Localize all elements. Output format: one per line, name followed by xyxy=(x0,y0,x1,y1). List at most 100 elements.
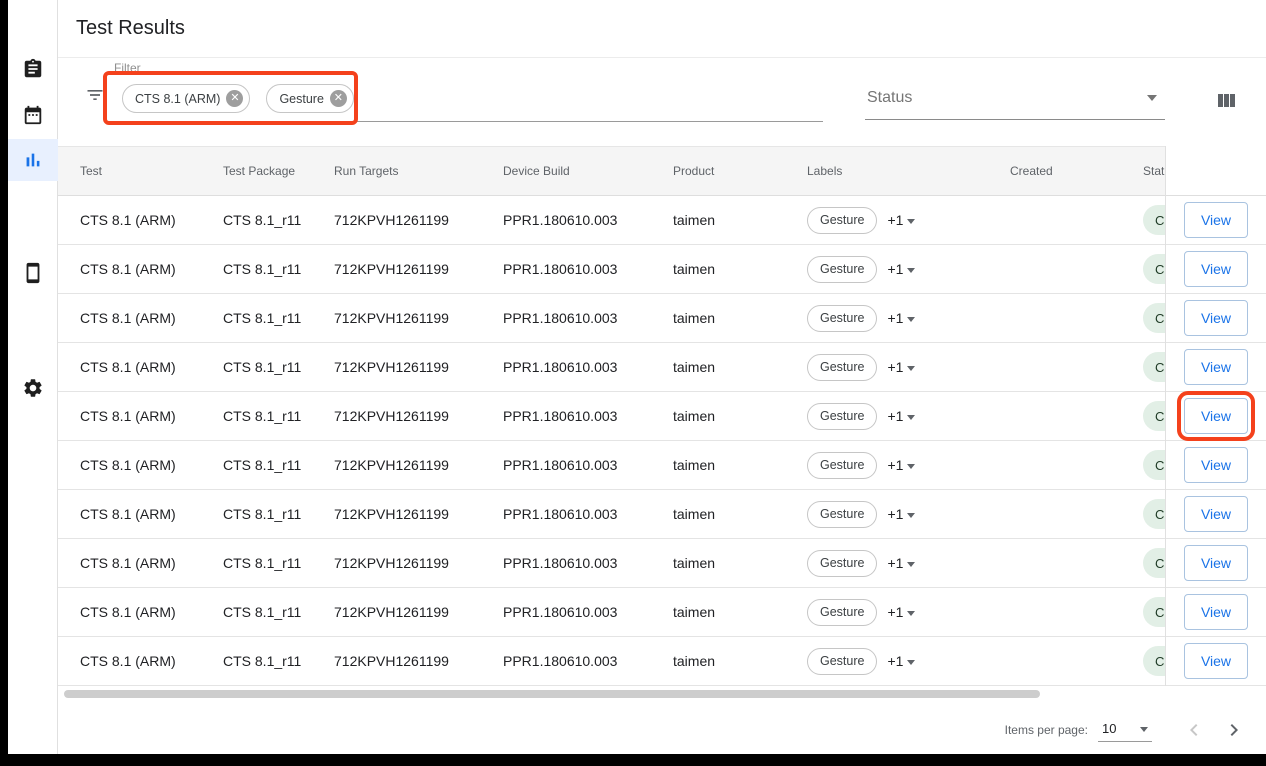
column-header-labels: Labels xyxy=(807,164,1010,178)
more-labels-count: +1 xyxy=(887,359,903,375)
cell-run-targets: 712KPVH1261199 xyxy=(334,555,503,571)
label-chip: Gesture xyxy=(807,256,877,283)
cell-product: taimen xyxy=(673,457,807,473)
view-cell: View xyxy=(1166,490,1266,539)
cell-device-build: PPR1.180610.003 xyxy=(503,408,673,424)
cell-device-build: PPR1.180610.003 xyxy=(503,310,673,326)
cell-status: C xyxy=(1143,401,1165,431)
view-button-wrap: View xyxy=(1184,300,1248,336)
page-size-select[interactable]: 10 xyxy=(1098,718,1152,742)
table-row: CTS 8.1 (ARM) CTS 8.1_r11 712KPVH1261199… xyxy=(58,294,1165,343)
chevron-down-icon xyxy=(907,366,915,371)
label-chip: Gesture xyxy=(807,403,877,430)
view-cell: View xyxy=(1166,588,1266,637)
status-badge: C xyxy=(1143,303,1165,333)
filter-field-label: Filter xyxy=(114,61,141,75)
cell-status: C xyxy=(1143,205,1165,235)
cell-labels: Gesture +1 xyxy=(807,305,1010,332)
more-labels-dropdown[interactable]: +1 xyxy=(887,457,915,473)
chip-remove-icon[interactable]: ✕ xyxy=(226,90,243,107)
chip-remove-icon[interactable]: ✕ xyxy=(330,90,347,107)
cell-labels: Gesture +1 xyxy=(807,354,1010,381)
more-labels-count: +1 xyxy=(887,212,903,228)
cell-test: CTS 8.1 (ARM) xyxy=(80,359,223,375)
cell-device-build: PPR1.180610.003 xyxy=(503,457,673,473)
cell-labels: Gesture +1 xyxy=(807,256,1010,283)
sidebar-item-test-runs[interactable] xyxy=(8,58,58,80)
label-chip: Gesture xyxy=(807,305,877,332)
cell-device-build: PPR1.180610.003 xyxy=(503,555,673,571)
view-button[interactable]: View xyxy=(1184,594,1248,630)
view-button[interactable]: View xyxy=(1184,496,1248,532)
cell-test-package: CTS 8.1_r11 xyxy=(223,212,334,228)
horizontal-scrollbar[interactable] xyxy=(64,690,1040,698)
more-labels-dropdown[interactable]: +1 xyxy=(887,604,915,620)
cell-test-package: CTS 8.1_r11 xyxy=(223,653,334,669)
view-cell: View xyxy=(1166,441,1266,490)
label-chip: Gesture xyxy=(807,452,877,479)
cell-test-package: CTS 8.1_r11 xyxy=(223,506,334,522)
filter-chip[interactable]: CTS 8.1 (ARM) ✕ xyxy=(122,84,250,113)
cell-labels: Gesture +1 xyxy=(807,501,1010,528)
sidebar xyxy=(8,0,58,766)
more-labels-dropdown[interactable]: +1 xyxy=(887,212,915,228)
more-labels-dropdown[interactable]: +1 xyxy=(887,653,915,669)
cell-test-package: CTS 8.1_r11 xyxy=(223,408,334,424)
sidebar-item-settings[interactable] xyxy=(8,377,58,399)
left-edge-bar xyxy=(0,0,8,766)
sidebar-item-devices[interactable] xyxy=(8,262,58,284)
cell-device-build: PPR1.180610.003 xyxy=(503,261,673,277)
view-button[interactable]: View xyxy=(1184,202,1248,238)
next-page-button[interactable] xyxy=(1222,718,1246,742)
chevron-down-icon xyxy=(907,415,915,420)
view-button[interactable]: View xyxy=(1184,398,1248,434)
view-columns-icon[interactable] xyxy=(1214,89,1238,113)
view-button[interactable]: View xyxy=(1184,447,1248,483)
view-button[interactable]: View xyxy=(1184,545,1248,581)
cell-run-targets: 712KPVH1261199 xyxy=(334,408,503,424)
chevron-down-icon xyxy=(907,611,915,616)
cell-test: CTS 8.1 (ARM) xyxy=(80,604,223,620)
table-row: CTS 8.1 (ARM) CTS 8.1_r11 712KPVH1261199… xyxy=(58,343,1165,392)
cell-device-build: PPR1.180610.003 xyxy=(503,604,673,620)
sidebar-item-test-results[interactable] xyxy=(8,149,58,171)
cell-product: taimen xyxy=(673,310,807,326)
cell-run-targets: 712KPVH1261199 xyxy=(334,653,503,669)
more-labels-dropdown[interactable]: +1 xyxy=(887,261,915,277)
filter-icon[interactable] xyxy=(85,85,105,105)
cell-product: taimen xyxy=(673,212,807,228)
smartphone-icon xyxy=(22,262,44,284)
view-button[interactable]: View xyxy=(1184,300,1248,336)
more-labels-dropdown[interactable]: +1 xyxy=(887,506,915,522)
more-labels-count: +1 xyxy=(887,653,903,669)
view-button-wrap: View xyxy=(1184,202,1248,238)
more-labels-dropdown[interactable]: +1 xyxy=(887,555,915,571)
status-select[interactable]: Status xyxy=(865,76,1165,120)
view-button[interactable]: View xyxy=(1184,251,1248,287)
more-labels-count: +1 xyxy=(887,457,903,473)
page-title: Test Results xyxy=(76,17,185,40)
cell-product: taimen xyxy=(673,555,807,571)
more-labels-dropdown[interactable]: +1 xyxy=(887,310,915,326)
cell-status: C xyxy=(1143,352,1165,382)
bar-chart-icon xyxy=(22,149,44,171)
more-labels-count: +1 xyxy=(887,408,903,424)
cell-status: C xyxy=(1143,499,1165,529)
cell-status: C xyxy=(1143,254,1165,284)
cell-product: taimen xyxy=(673,506,807,522)
cell-test-package: CTS 8.1_r11 xyxy=(223,359,334,375)
chevron-left-icon xyxy=(1182,718,1206,742)
view-button[interactable]: View xyxy=(1184,349,1248,385)
sidebar-item-test-plans[interactable] xyxy=(8,104,58,126)
paginator: Items per page: 10 xyxy=(58,706,1266,754)
view-button[interactable]: View xyxy=(1184,643,1248,679)
status-badge: C xyxy=(1143,450,1165,480)
view-cell: View xyxy=(1166,245,1266,294)
view-column-header xyxy=(1166,146,1266,196)
more-labels-dropdown[interactable]: +1 xyxy=(887,408,915,424)
cell-test: CTS 8.1 (ARM) xyxy=(80,653,223,669)
filter-chip[interactable]: Gesture ✕ xyxy=(266,84,353,113)
previous-page-button[interactable] xyxy=(1182,718,1206,742)
status-badge: C xyxy=(1143,205,1165,235)
more-labels-dropdown[interactable]: +1 xyxy=(887,359,915,375)
